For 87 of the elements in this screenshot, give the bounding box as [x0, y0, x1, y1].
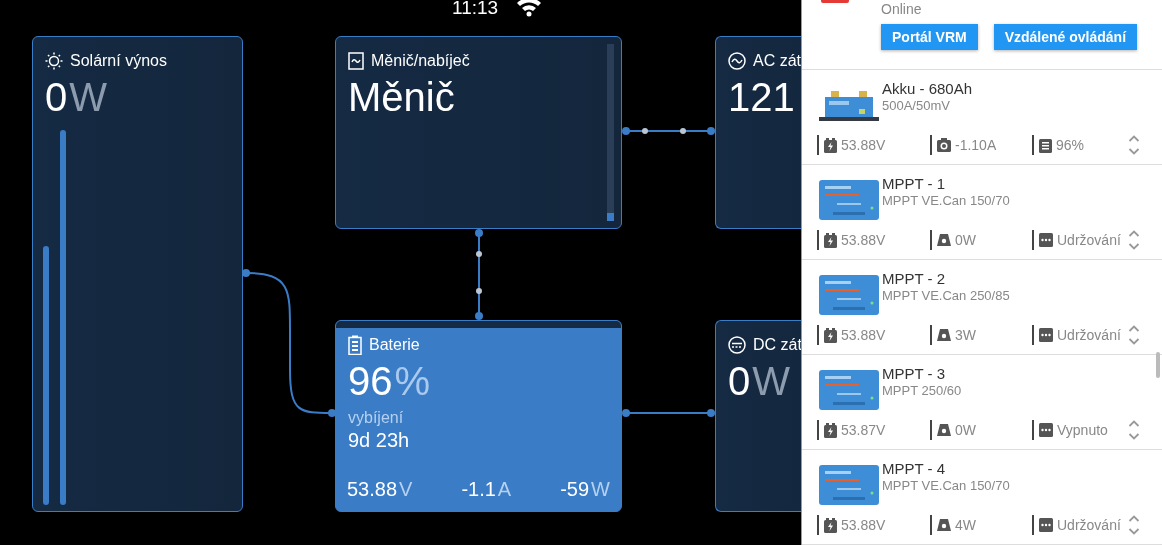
tile-title: Měnič/nabíječ [371, 52, 470, 70]
expand-icon[interactable] [1128, 135, 1140, 155]
stat-value: Udržování [1057, 327, 1121, 343]
battery-icon [824, 232, 837, 248]
sun-icon [45, 52, 63, 70]
expand-icon[interactable] [1128, 515, 1140, 535]
wifi-icon [516, 0, 543, 17]
overview-tile[interactable]: Měnič/nabíječ Měnič [335, 36, 622, 229]
device-model: MPPT VE.Can 250/85 [882, 288, 1010, 303]
meter-icon [937, 138, 951, 152]
solar-charger-icon [937, 329, 951, 341]
device-name: Akku - 680Ah [882, 80, 973, 97]
stat-value: 0W [955, 232, 976, 248]
device-model: 500A/50mV [882, 98, 951, 113]
unit-label: A [497, 478, 512, 501]
logo-icon [821, 0, 849, 3]
power-value: 0 [728, 359, 751, 403]
overview-tile[interactable]: DC zát 0W [715, 320, 801, 512]
stat-value: 4W [955, 517, 976, 533]
time-to-go: 9d 23h [348, 429, 411, 452]
inverter-icon [348, 52, 364, 70]
connection-status: Online [881, 1, 923, 18]
stat-value: Udržování [1057, 232, 1121, 248]
battery-mode: vybíjení [348, 409, 405, 427]
battery-icon [824, 422, 837, 438]
device-name: MPPT - 4 [882, 460, 947, 477]
stat-value: 96% [1056, 137, 1085, 153]
mode-value: Měnič [348, 74, 456, 121]
reading-value: -1.1 [461, 478, 496, 501]
device-name: MPPT - 3 [882, 365, 947, 382]
battery-icon [824, 137, 837, 153]
device-model: MPPT VE.Can 150/70 [882, 193, 1010, 208]
more-icon [1039, 328, 1053, 342]
stat-value: 53.88V [841, 137, 886, 153]
device-row[interactable]: MPPT - 1 MPPT VE.Can 150/70 53.88V 0W Udržování [802, 165, 1162, 260]
scrollbar[interactable] [607, 44, 614, 221]
stat-value: 53.88V [841, 517, 886, 533]
more-icon [1039, 423, 1053, 437]
unit-label: W [69, 75, 107, 119]
unit-label: % [394, 359, 431, 403]
tile-title: Solární výnos [70, 52, 167, 70]
device-row[interactable]: MPPT - 4 MPPT VE.Can 150/70 53.88V 4W Udržování [802, 450, 1162, 545]
stat-value: 53.87V [841, 422, 886, 438]
power-value: 121 [728, 75, 795, 119]
stat-value: Vypnuto [1057, 422, 1108, 438]
overview-tile[interactable]: AC zát 121 [715, 36, 801, 229]
solar-charger-icon [937, 234, 951, 246]
expand-icon[interactable] [1128, 325, 1140, 345]
unit-label: W [591, 478, 610, 501]
unit-label: V [399, 478, 413, 501]
device-model: MPPT VE.Can 150/70 [882, 478, 1010, 493]
power-value: 96 [348, 359, 393, 403]
battery-level-icon [1039, 137, 1052, 153]
power-value: 0 [45, 75, 68, 119]
tile-title: DC zát [753, 336, 801, 354]
scrollbar[interactable] [1156, 352, 1160, 378]
device-name: MPPT - 2 [882, 270, 947, 287]
stat-value: 53.88V [841, 232, 886, 248]
dc-icon [728, 336, 746, 354]
expand-icon[interactable] [1128, 420, 1140, 440]
stat-value: 3W [955, 327, 976, 343]
expand-icon[interactable] [1128, 230, 1140, 250]
solar-charger-icon [937, 424, 951, 436]
device-model: MPPT 250/60 [882, 383, 962, 398]
unit-label: W [752, 359, 790, 403]
device-row[interactable]: MPPT - 2 MPPT VE.Can 250/85 53.88V 3W Udržování [802, 260, 1162, 355]
device-row[interactable]: MPPT - 3 MPPT 250/60 53.87V 0W Vypnuto [802, 355, 1162, 450]
more-icon [1039, 518, 1053, 532]
more-icon [1039, 233, 1053, 247]
ac-icon [728, 52, 746, 70]
overview-tile[interactable]: Solární výnos 0W [32, 36, 243, 512]
battery-tile[interactable]: Baterie 96% vybíjení 9d 23h 53.88V -1.1A -59W [335, 320, 622, 512]
tile-title: AC zát [753, 52, 801, 70]
tile-title: Baterie [369, 336, 420, 354]
device-row[interactable]: Akku - 680Ah 500A/50mV 53.88V -1.10A 96% [802, 70, 1162, 165]
battery-icon [824, 327, 837, 343]
stat-value: 0W [955, 422, 976, 438]
battery-icon [824, 517, 837, 533]
reading-value: 53.88 [347, 478, 398, 501]
stat-value: -1.10A [955, 137, 997, 153]
solar-charger-icon [937, 519, 951, 531]
stat-value: Udržování [1057, 517, 1121, 533]
stat-value: 53.88V [841, 327, 886, 343]
clock-time: 11:13 [452, 0, 499, 17]
battery-icon [348, 335, 362, 355]
device-name: MPPT - 1 [882, 175, 947, 192]
reading-value: -59 [560, 478, 590, 501]
